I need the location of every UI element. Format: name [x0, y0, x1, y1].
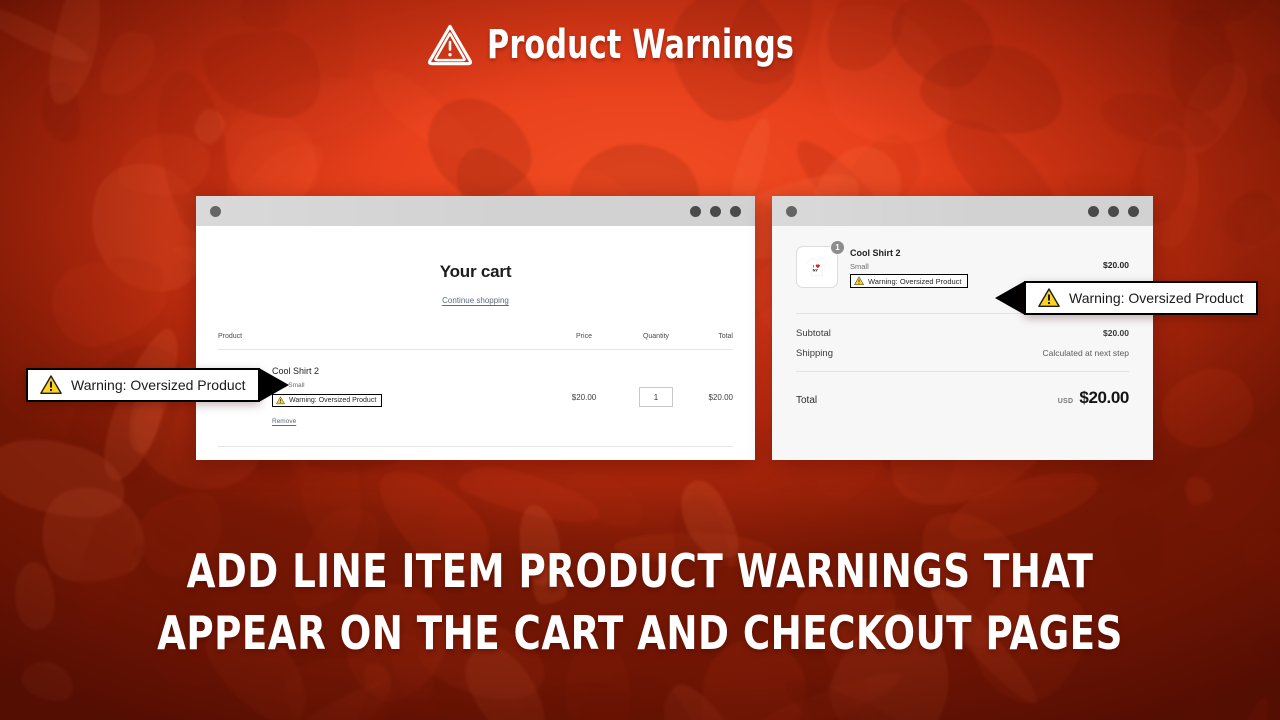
total-currency: USD — [1057, 398, 1074, 405]
product-warning-badge: Warning: Oversized Product — [850, 274, 968, 288]
total-amount-group: USD $20.00 — [1057, 388, 1130, 408]
cart-row-quantity: 1 — [620, 387, 692, 407]
caption-block: ADD LINE ITEM PRODUCT WARNINGS THAT APPE… — [0, 540, 1280, 664]
callout-pointer-icon — [995, 281, 1025, 315]
tshirt-icon: I NY — [806, 257, 828, 277]
window-controls[interactable] — [1088, 205, 1139, 217]
window-controls[interactable] — [690, 205, 741, 217]
warning-triangle-icon — [1038, 288, 1060, 307]
caption-line-2: APPEAR ON THE CART AND CHECKOUT PAGES — [157, 606, 1123, 660]
quantity-badge: 1 — [830, 240, 845, 255]
product-warning-text: Warning: Oversized Product — [868, 276, 962, 286]
summary-row-subtotal: Subtotal $20.00 — [796, 328, 1129, 339]
total-label: Total — [796, 395, 818, 406]
table-row: I NY Cool Shirt 2 Size: Small — [218, 350, 733, 446]
callout-bubble: Warning: Oversized Product — [1024, 281, 1258, 315]
window-control-dot-icon[interactable] — [730, 205, 741, 217]
subtotal-value: $20.00 — [1103, 328, 1129, 338]
summary-divider — [796, 371, 1129, 372]
window-control-dot-icon[interactable] — [1088, 205, 1099, 217]
titlebar-sheen — [196, 196, 510, 226]
callout-cart-warning: Warning: Oversized Product — [26, 368, 289, 402]
window-control-dot-icon[interactable] — [710, 205, 721, 217]
callout-bubble: Warning: Oversized Product — [26, 368, 260, 402]
summary-row-total: Total USD $20.00 — [796, 388, 1129, 408]
shipping-value: Calculated at next step — [1042, 348, 1129, 358]
summary-row-shipping: Shipping Calculated at next step — [796, 348, 1129, 359]
callout-checkout-warning: Warning: Oversized Product — [995, 281, 1258, 315]
cart-window-titlebar — [196, 196, 755, 226]
warning-triangle-icon — [40, 375, 62, 394]
cart-row-total: $20.00 — [708, 392, 733, 402]
cart-browser-window: Your cart Continue shopping Product Pric… — [196, 196, 755, 460]
callout-pointer-icon — [258, 368, 289, 402]
checkout-summary-body: I NY 1 Cool Shirt 2 Small Warning: Overs… — [772, 226, 1153, 460]
product-warning-text: Warning: Oversized Product — [289, 397, 377, 404]
page-header: Product Warnings — [0, 22, 1280, 68]
svg-text:NY: NY — [813, 268, 819, 273]
cart-table-header: Product Price Quantity Total — [218, 333, 733, 349]
column-header-price: Price — [576, 333, 592, 340]
window-control-dot-icon[interactable] — [1108, 205, 1119, 217]
cart-row-price: $20.00 — [571, 392, 597, 402]
checkout-thumbnail-wrap: I NY 1 — [796, 240, 845, 288]
column-header-product: Product — [218, 333, 243, 340]
checkout-item-price: $20.00 — [1103, 260, 1129, 270]
table-divider — [218, 446, 733, 447]
cart-subheading: Continue shopping — [218, 290, 733, 308]
remove-item-link[interactable]: Remove — [272, 418, 296, 425]
cart-page-body: Your cart Continue shopping Product Pric… — [196, 226, 755, 460]
product-name: Cool Shirt 2 — [850, 248, 901, 258]
page-title: Product Warnings — [487, 22, 795, 68]
window-control-dot-icon[interactable] — [690, 205, 701, 217]
checkout-browser-window: I NY 1 Cool Shirt 2 Small Warning: Overs… — [772, 196, 1153, 460]
callout-text: Warning: Oversized Product — [1069, 290, 1244, 306]
cart-heading: Your cart — [439, 262, 512, 281]
product-variant: Small — [850, 262, 869, 271]
subtotal-label: Subtotal — [796, 328, 831, 339]
total-value: $20.00 — [1079, 388, 1129, 407]
warning-triangle-icon — [854, 276, 864, 286]
shipping-label: Shipping — [796, 348, 833, 359]
window-control-dot-icon[interactable] — [1128, 205, 1139, 217]
warning-triangle-icon — [428, 24, 473, 66]
cart-table: Product Price Quantity Total I NY — [218, 333, 733, 447]
checkout-window-titlebar — [772, 196, 1153, 226]
callout-text: Warning: Oversized Product — [71, 377, 246, 393]
column-header-quantity: Quantity — [642, 333, 670, 340]
quantity-input[interactable]: 1 — [639, 387, 673, 407]
column-header-total: Total — [718, 333, 733, 340]
titlebar-sheen — [772, 196, 986, 226]
continue-shopping-link[interactable]: Continue shopping — [442, 296, 509, 305]
caption-line-1: ADD LINE ITEM PRODUCT WARNINGS THAT — [186, 544, 1094, 598]
